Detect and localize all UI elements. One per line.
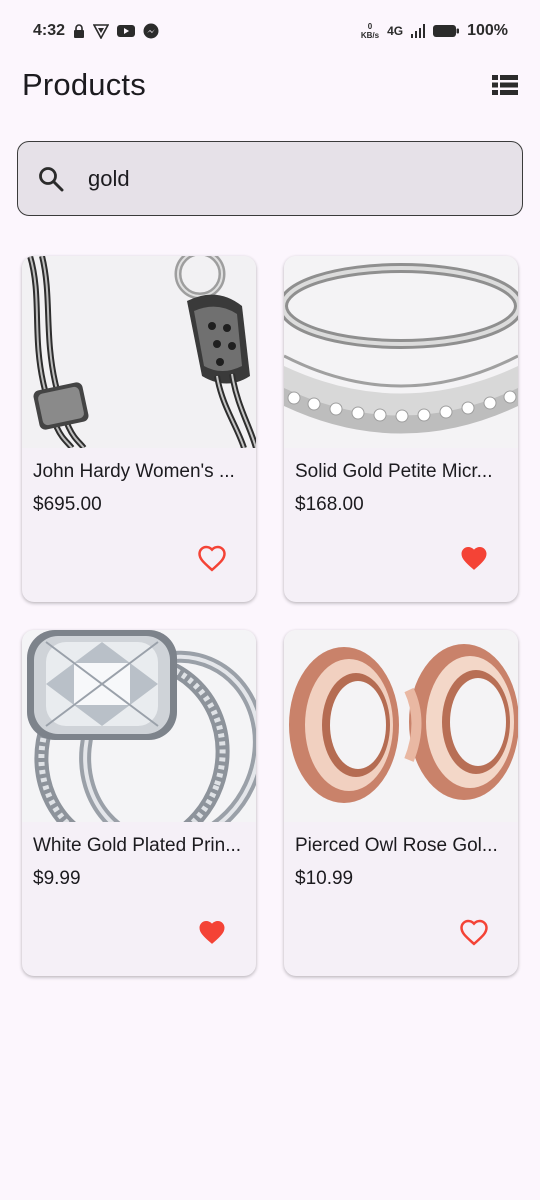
youtube-icon xyxy=(117,24,136,38)
battery-percent: 100% xyxy=(467,22,508,39)
signal-icon xyxy=(411,24,426,38)
battery-icon xyxy=(433,24,460,38)
search-input[interactable] xyxy=(86,164,522,193)
product-price: $695.00 xyxy=(33,494,102,515)
heart-outline-icon[interactable] xyxy=(196,542,228,574)
product-card[interactable]: Solid Gold Petite Micr... $168.00 xyxy=(284,256,518,602)
product-card[interactable]: White Gold Plated Prin... $9.99 xyxy=(22,630,256,976)
product-name: Pierced Owl Rose Gol... xyxy=(295,835,498,856)
status-time: 4:32 xyxy=(33,22,66,39)
heart-filled-icon[interactable] xyxy=(458,542,490,574)
product-name: White Gold Plated Prin... xyxy=(33,835,242,856)
product-card[interactable]: Pierced Owl Rose Gol... $10.99 xyxy=(284,630,518,976)
net-speed-value: 0 xyxy=(367,22,373,31)
network-type: 4G xyxy=(387,24,404,38)
product-price: $168.00 xyxy=(295,494,364,515)
product-image xyxy=(22,256,256,448)
heart-filled-icon[interactable] xyxy=(196,916,228,948)
product-card[interactable]: John Hardy Women's ... $695.00 xyxy=(22,256,256,602)
product-image xyxy=(22,630,256,822)
status-bar: 4:32 0 KB/s 4G 100% xyxy=(0,0,540,62)
search-icon xyxy=(36,164,66,194)
list-view-icon[interactable] xyxy=(490,70,520,100)
status-right: 0 KB/s 4G 100% xyxy=(361,22,508,40)
net-speed-unit: KB/s xyxy=(360,31,380,40)
product-price: $10.99 xyxy=(295,868,354,889)
product-image xyxy=(284,630,518,822)
lock-icon xyxy=(73,24,85,38)
vpn-icon xyxy=(93,23,110,39)
product-name: Solid Gold Petite Micr... xyxy=(295,461,493,482)
heart-outline-icon[interactable] xyxy=(458,916,490,948)
status-left: 4:32 xyxy=(33,22,159,40)
product-name: John Hardy Women's ... xyxy=(33,461,235,482)
page-title: Products xyxy=(22,67,146,102)
net-speed: 0 KB/s xyxy=(361,22,379,40)
search-field[interactable] xyxy=(17,141,523,216)
product-price: $9.99 xyxy=(33,868,81,889)
app-bar: Products xyxy=(0,62,540,108)
messenger-icon xyxy=(143,23,159,39)
product-image xyxy=(284,256,518,448)
